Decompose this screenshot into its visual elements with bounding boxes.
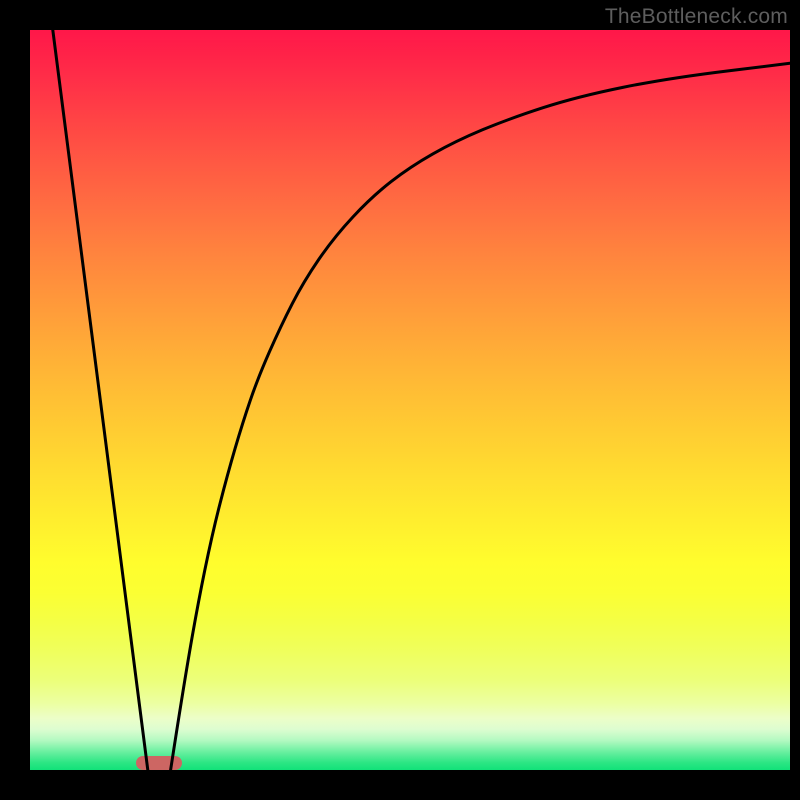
- plot-area: [30, 30, 790, 770]
- left-line: [53, 30, 148, 770]
- chart-frame: TheBottleneck.com: [0, 0, 800, 800]
- attribution-text: TheBottleneck.com: [605, 5, 788, 29]
- right-curve: [171, 63, 790, 770]
- curve-overlay: [30, 30, 790, 770]
